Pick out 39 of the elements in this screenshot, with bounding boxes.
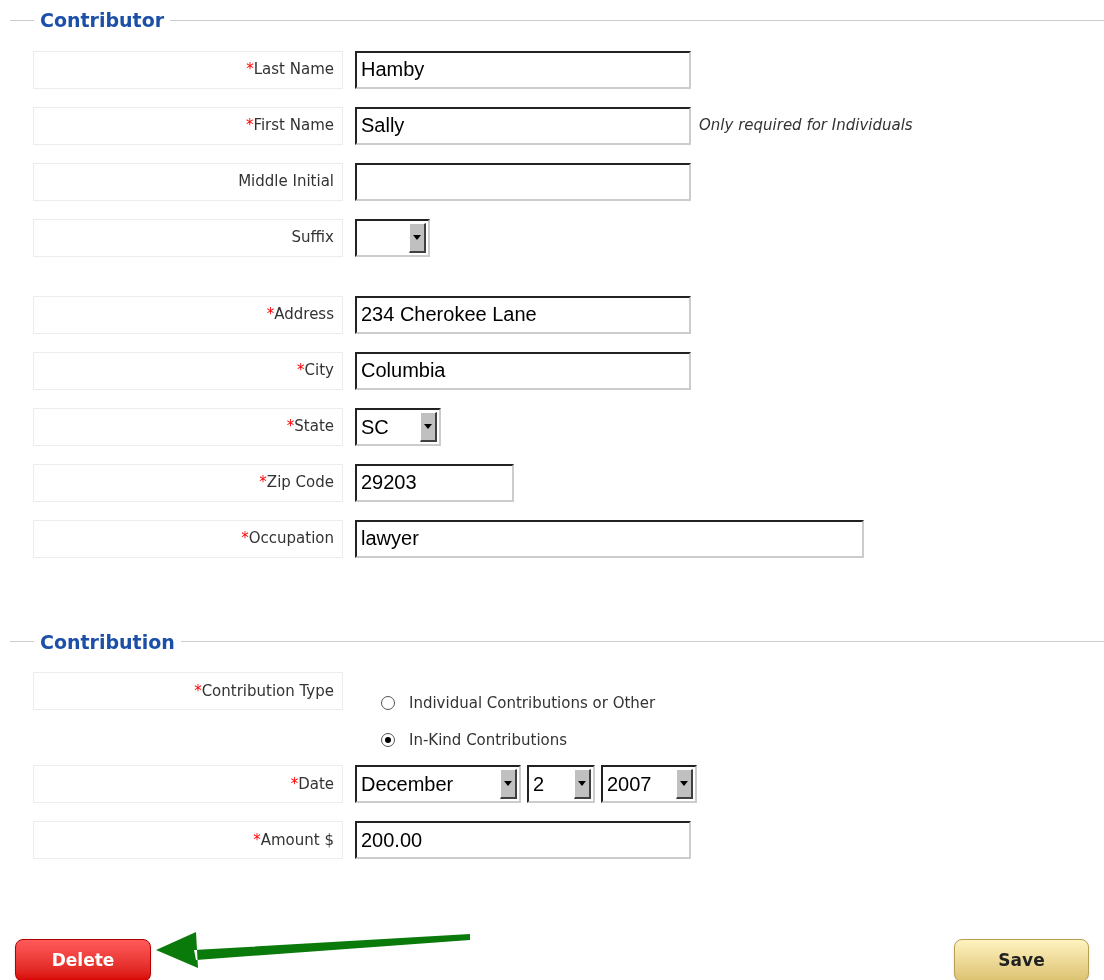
text-field[interactable]: Columbia [355, 351, 691, 390]
text-field[interactable]: 234 Cherokee Lane [355, 295, 691, 334]
field-label: *Zip Code [33, 463, 343, 502]
field-label: Suffix [33, 218, 343, 257]
text-field[interactable]: lawyer [355, 519, 864, 558]
section-title: Contributor [39, 8, 166, 33]
text-field[interactable]: 200.00 [355, 821, 691, 859]
caret-down-icon [500, 769, 517, 799]
text-field[interactable]: Sally [355, 106, 691, 145]
caret-down-icon [420, 411, 437, 442]
field-label: *State [33, 407, 343, 446]
select-field[interactable] [355, 218, 430, 257]
field-label: *First Name [33, 106, 343, 145]
select-field[interactable]: SC [355, 407, 441, 446]
field-label: *Amount $ [33, 821, 343, 859]
radio-button[interactable] [381, 696, 395, 711]
delete-button[interactable]: Delete [15, 939, 151, 980]
field-label: *Last Name [33, 50, 343, 89]
field-label: Middle Initial [33, 162, 343, 201]
select-field[interactable]: 2 [527, 765, 595, 803]
caret-down-icon [676, 769, 693, 799]
text-field[interactable] [355, 162, 691, 201]
save-button[interactable]: Save [954, 939, 1089, 980]
caret-down-icon [574, 769, 591, 799]
select-field[interactable]: 2007 [601, 765, 697, 803]
radio-button[interactable] [381, 732, 395, 747]
field-label: *Occupation [33, 519, 343, 558]
caret-down-icon [409, 222, 426, 253]
text-field[interactable]: 29203 [355, 463, 514, 502]
radio-label: Individual Contributions or Other [409, 693, 656, 714]
select-field[interactable]: December [355, 765, 521, 803]
field-label: *Date [33, 765, 343, 803]
text-field[interactable]: Hamby [355, 50, 691, 89]
radio-label: In-Kind Contributions [409, 729, 568, 751]
section-title: Contribution [39, 629, 176, 655]
field-label: *Contribution Type [33, 672, 343, 710]
field-label: *Address [33, 295, 343, 334]
field-note: Only required for Individuals [699, 115, 913, 137]
field-label: *City [33, 351, 343, 390]
